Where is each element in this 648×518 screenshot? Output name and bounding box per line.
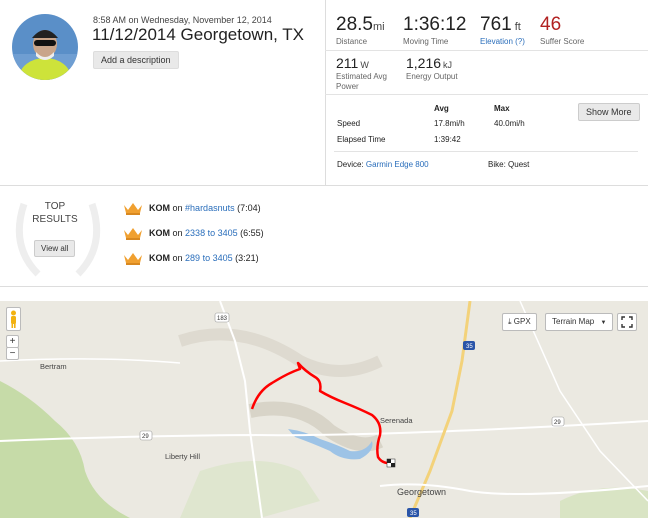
map-type-dropdown[interactable]: Terrain Map ▼ [545, 313, 614, 331]
distance-value: 28.5 [336, 14, 373, 35]
crown-icon [124, 228, 142, 240]
kom-badge: KOM [149, 227, 170, 238]
moving-time-stat: 1:36:12 [403, 14, 466, 36]
distance-stat: 28.5mi [336, 14, 385, 36]
distance-unit: mi [372, 21, 385, 33]
stats-divider [325, 50, 648, 51]
activity-timestamp: 8:58 AM on Wednesday, November 12, 2014 [93, 15, 272, 25]
view-all-button[interactable]: View all [34, 240, 76, 257]
shield-label: 29 [554, 420, 561, 426]
kom-time: (6:55) [240, 227, 264, 238]
kom-badge: KOM [149, 202, 170, 213]
top-results-title: TOP RESULTS [20, 200, 90, 226]
suffer-score-stat: 46 [540, 14, 561, 36]
place-label: Georgetown [397, 487, 447, 497]
max-column-header: Max [494, 104, 510, 113]
device-link[interactable]: Garmin Edge 800 [366, 160, 429, 169]
chevron-down-icon: ▼ [600, 320, 607, 326]
power-unit: W [360, 60, 369, 70]
elevation-stat: 761 ft [480, 14, 521, 36]
section-divider [0, 286, 648, 287]
crown-icon [124, 203, 142, 215]
kom-on: on [172, 252, 183, 263]
segment-link[interactable]: 2338 to 3405 [185, 228, 238, 238]
kom-on: on [172, 227, 183, 238]
download-icon: ⤓ [508, 317, 512, 326]
elapsed-time-value: 1:39:42 [434, 135, 461, 144]
map-canvas[interactable]: 183 35 29 29 35 [0, 301, 648, 518]
top-results-title-2: RESULTS [32, 214, 78, 225]
power-label-2: Power [336, 82, 359, 91]
kom-on: on [172, 202, 183, 213]
place-label: Bertram [40, 362, 67, 371]
zoom-out-button[interactable]: − [6, 347, 19, 360]
add-description-button[interactable]: Add a description [93, 51, 179, 69]
bike-value: Quest [508, 160, 530, 169]
activity-title: 11/12/2014 Georgetown, TX [92, 25, 305, 44]
athlete-avatar[interactable] [12, 14, 78, 80]
suffer-score-value: 46 [540, 14, 562, 35]
avg-column-header: Avg [434, 104, 449, 113]
gpx-download-button[interactable]: ⤓ GPX [502, 313, 537, 331]
detail-divider [334, 151, 638, 152]
energy-unit: kJ [443, 60, 453, 70]
bike-info: Bike: Quest [488, 160, 529, 169]
energy-value: 1,216 [406, 55, 442, 71]
power-stat: 211 W [336, 55, 369, 71]
device-info: Device: Garmin Edge 800 [337, 160, 429, 169]
stats-divider-2 [325, 94, 648, 95]
shield-label: 29 [142, 434, 149, 440]
energy-stat: 1,216 kJ [406, 55, 452, 71]
shield-label: 35 [466, 344, 473, 350]
gpx-label: GPX [513, 317, 531, 326]
elevation-value: 761 [480, 14, 512, 35]
distance-label: Distance [336, 37, 368, 46]
map-type-label: Terrain Map [552, 317, 595, 326]
power-label-1: Estimated Avg [336, 72, 387, 81]
fullscreen-icon [621, 316, 633, 328]
show-more-button[interactable]: Show More [578, 103, 640, 121]
shield-label: 183 [217, 316, 228, 322]
speed-avg: 17.8mi/h [434, 119, 465, 128]
place-label: Liberty Hill [165, 452, 201, 461]
speed-max: 40.0mi/h [494, 119, 525, 128]
power-value: 211 [336, 55, 359, 71]
route-map[interactable]: 183 35 29 29 35 Bertram Serenada Liberty… [0, 301, 648, 518]
kom-badge: KOM [149, 252, 170, 263]
street-view-pegman-icon[interactable] [6, 307, 21, 331]
kom-row: KOM on 289 to 3405 (3:21) [123, 252, 259, 265]
crown-icon [124, 253, 142, 265]
device-label: Device: [337, 160, 364, 169]
elevation-label-link[interactable]: Elevation (?) [480, 37, 525, 46]
segment-link[interactable]: 289 to 3405 [185, 253, 233, 263]
speed-label: Speed [337, 119, 361, 128]
top-results-title-1: TOP [44, 201, 66, 212]
suffer-score-label: Suffer Score [540, 37, 585, 46]
elapsed-time-label: Elapsed Time [337, 135, 386, 144]
moving-time-label: Moving Time [403, 37, 449, 46]
place-label: Serenada [380, 416, 413, 425]
shield-label: 35 [410, 511, 417, 517]
kom-time: (3:21) [235, 252, 259, 263]
moving-time-value: 1:36:12 [403, 14, 467, 35]
elevation-unit: ft [514, 21, 521, 33]
segment-link[interactable]: #hardasnuts [185, 203, 235, 213]
fullscreen-button[interactable] [617, 313, 637, 331]
kom-row: KOM on #hardasnuts (7:04) [123, 202, 261, 215]
bike-label: Bike: [488, 160, 506, 169]
energy-label: Energy Output [406, 72, 458, 81]
kom-time: (7:04) [237, 202, 261, 213]
kom-row: KOM on 2338 to 3405 (6:55) [123, 227, 264, 240]
